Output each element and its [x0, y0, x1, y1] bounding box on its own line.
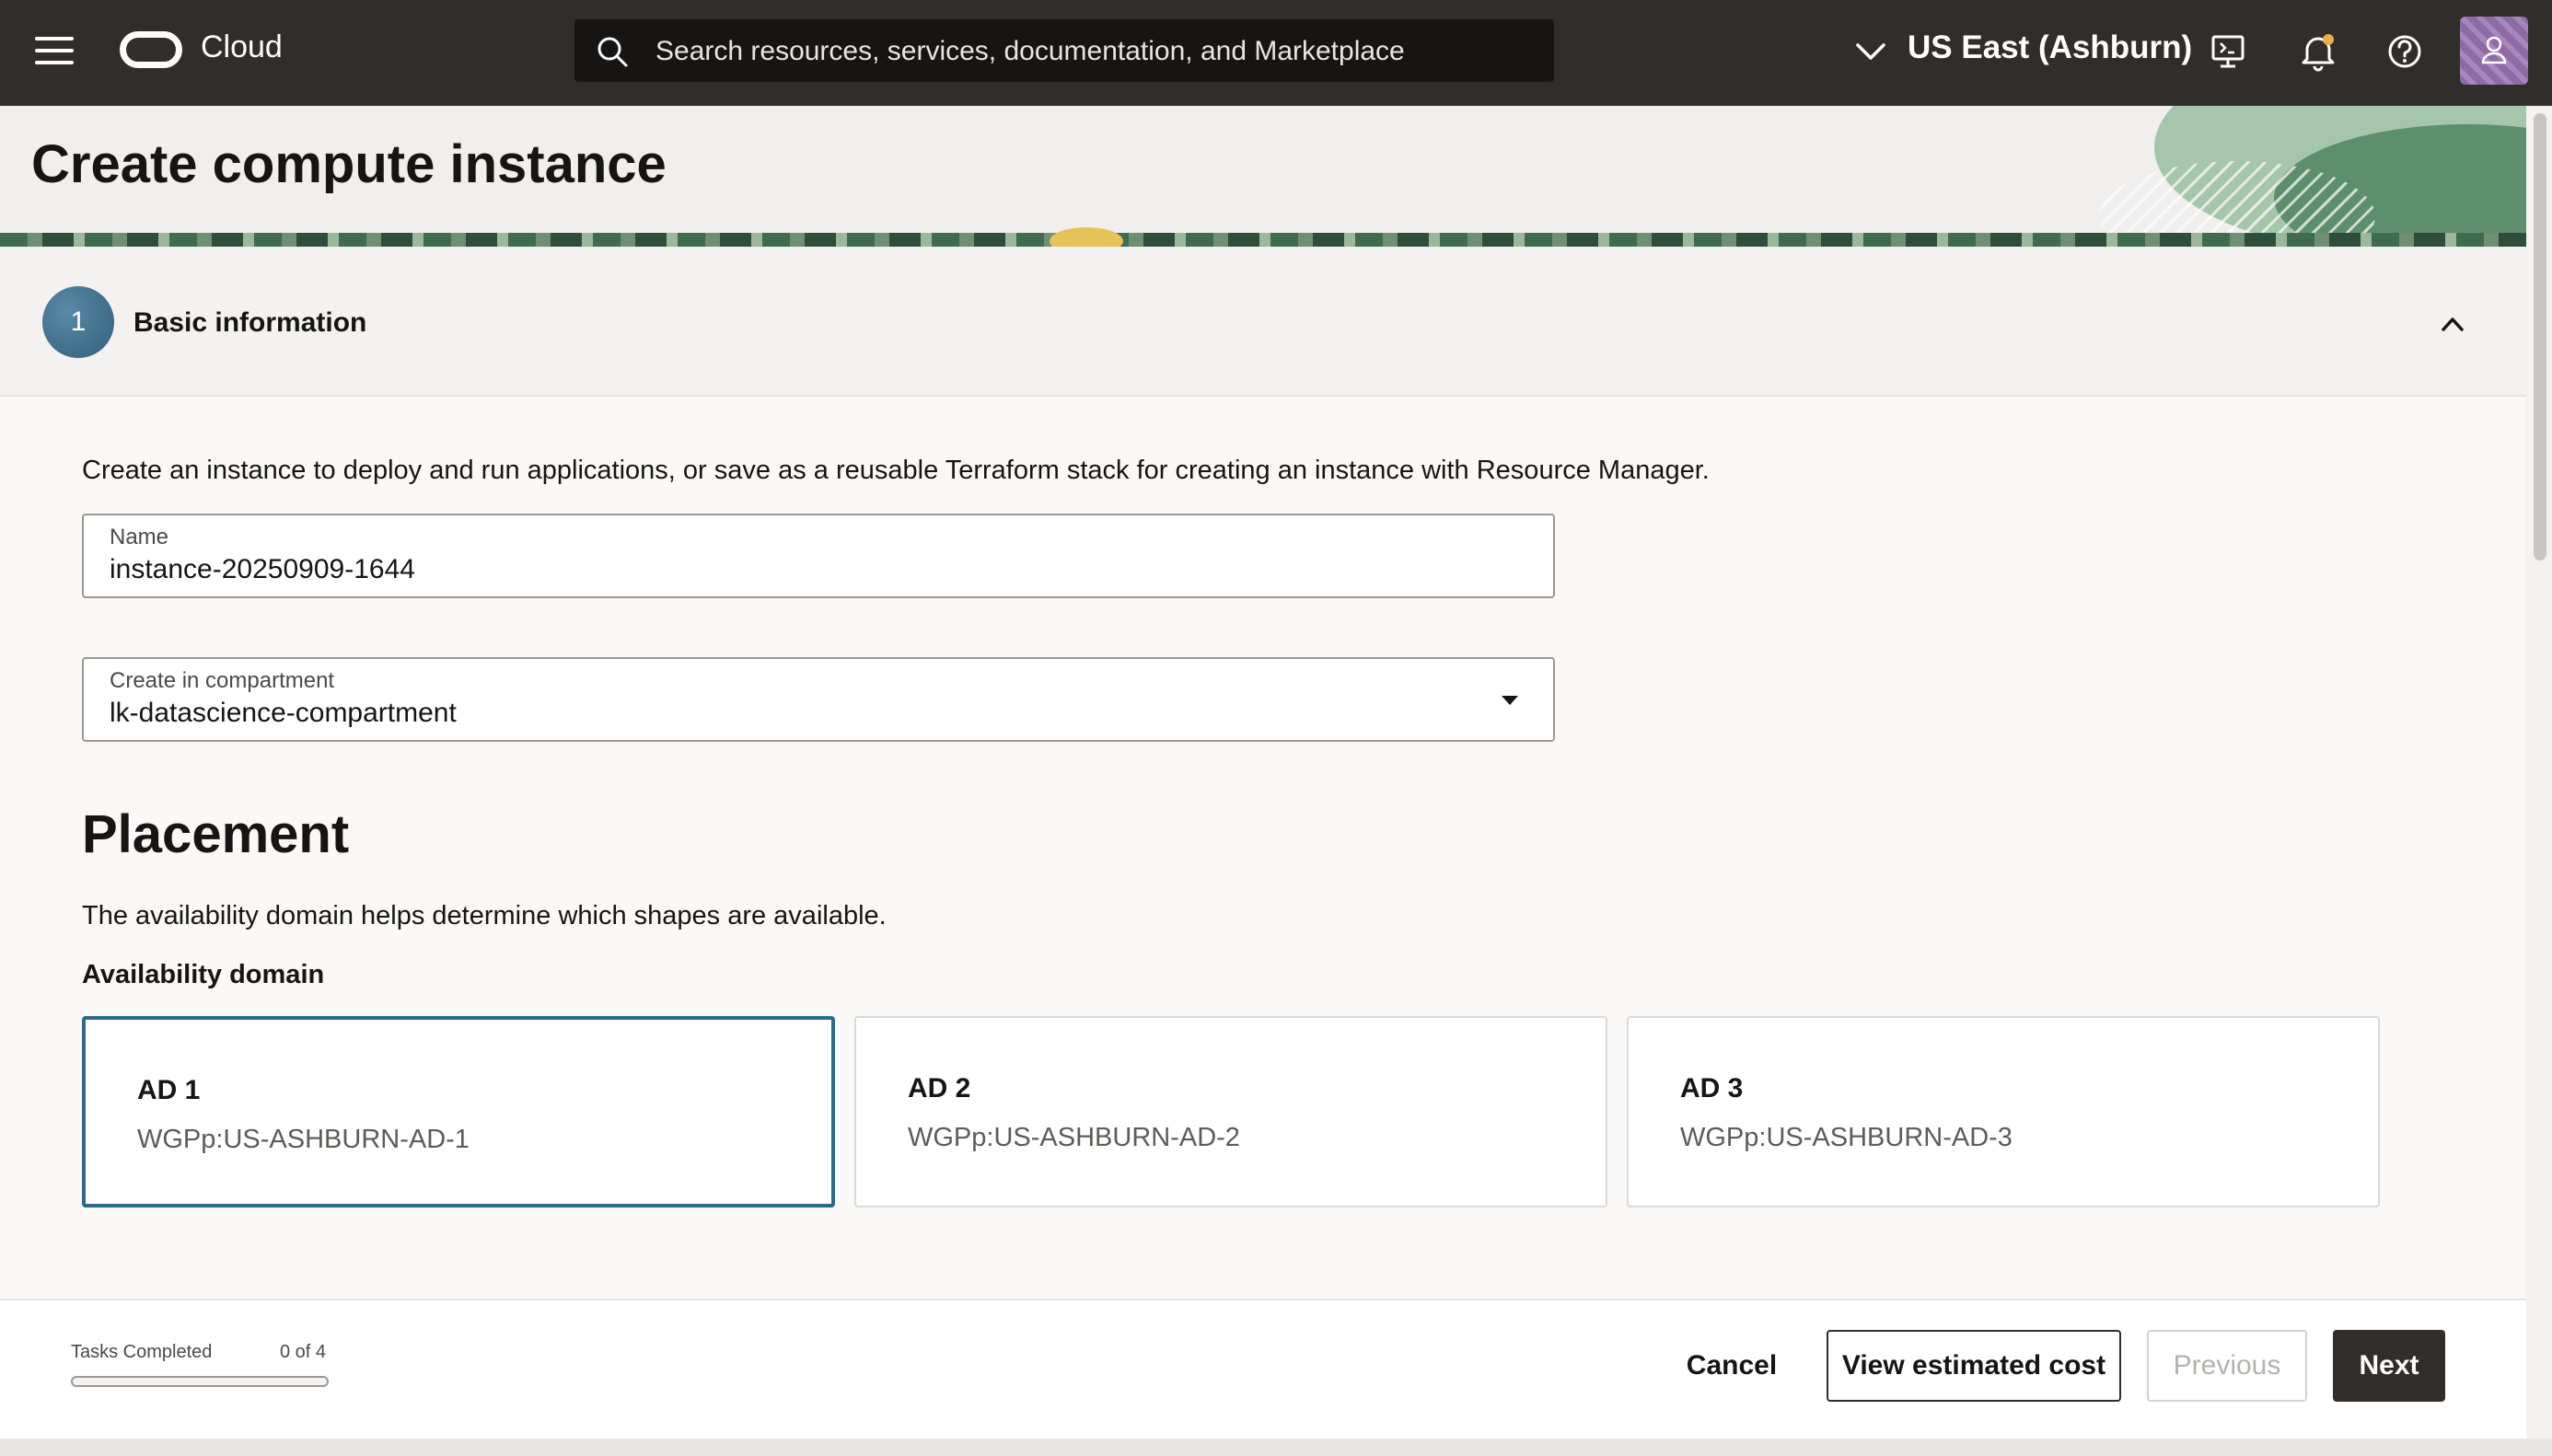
compartment-select[interactable]: Create in compartment lk-datascience-com… [82, 657, 1555, 742]
chevron-up-icon[interactable] [2434, 306, 2471, 342]
step-header-basic-information[interactable]: 1 Basic information [0, 247, 2526, 397]
window-bottom-edge [0, 1439, 2552, 1456]
tasks-progress-bar [71, 1376, 329, 1387]
help-icon[interactable] [2384, 31, 2425, 72]
tasks-completed-count: 0 of 4 [280, 1342, 327, 1362]
view-estimated-cost-button[interactable]: View estimated cost [1827, 1330, 2121, 1402]
page-title: Create compute instance [31, 134, 667, 194]
cloud-shell-icon[interactable] [2208, 31, 2248, 72]
top-navigation-bar: Cloud Search resources, services, docume… [0, 0, 2552, 106]
page-scrollbar[interactable] [2526, 106, 2552, 1439]
availability-domain-card-ad2[interactable]: AD 2 WGPp:US-ASHBURN-AD-2 [854, 1016, 1607, 1208]
ad-identifier: WGPp:US-ASHBURN-AD-3 [1680, 1123, 2013, 1152]
user-icon [2481, 36, 2507, 64]
caret-down-icon[interactable] [1502, 696, 1518, 705]
compartment-value: lk-datascience-compartment [110, 698, 457, 728]
page-header-banner: Create compute instance [0, 106, 2526, 247]
scrollbar-thumb[interactable] [2534, 113, 2546, 560]
name-field[interactable]: Name instance-20250909-1644 [82, 514, 1555, 598]
previous-button[interactable]: Previous [2147, 1330, 2307, 1402]
cancel-button[interactable]: Cancel [1674, 1330, 1790, 1402]
step-title: Basic information [133, 307, 367, 338]
step-description: Create an instance to deploy and run app… [82, 456, 1710, 485]
step-content: Create an instance to deploy and run app… [0, 397, 2526, 1299]
ad-identifier: WGPp:US-ASHBURN-AD-1 [137, 1125, 470, 1154]
availability-domain-card-ad3[interactable]: AD 3 WGPp:US-ASHBURN-AD-3 [1627, 1016, 2380, 1208]
bell-icon[interactable] [2298, 31, 2338, 72]
ad-identifier: WGPp:US-ASHBURN-AD-2 [908, 1123, 1240, 1152]
search-icon [597, 37, 628, 67]
next-button[interactable]: Next [2333, 1330, 2445, 1402]
step-number-badge: 1 [42, 286, 114, 358]
ad-name: AD 2 [908, 1073, 971, 1104]
search-input[interactable]: Search resources, services, documentatio… [574, 19, 1554, 82]
placement-description: The availability domain helps determine … [82, 901, 887, 930]
ad-name: AD 1 [137, 1075, 201, 1105]
chevron-down-icon[interactable] [1854, 35, 1887, 68]
name-input-value[interactable]: instance-20250909-1644 [110, 554, 415, 585]
search-placeholder: Search resources, services, documentatio… [655, 36, 1405, 66]
user-avatar-icon[interactable] [2460, 17, 2528, 85]
ad-name: AD 3 [1680, 1073, 1744, 1104]
name-label: Name [110, 525, 169, 549]
placement-section-title: Placement [82, 804, 350, 864]
decorative-shape [1050, 227, 1123, 247]
region-selector[interactable]: US East (Ashburn) [1908, 29, 2192, 66]
availability-domain-label: Availability domain [82, 960, 325, 989]
wizard-footer: Tasks Completed 0 of 4 Cancel View estim… [0, 1299, 2526, 1439]
compartment-label: Create in compartment [110, 668, 335, 693]
hamburger-menu-icon[interactable] [35, 37, 74, 68]
oracle-cloud-logo[interactable] [120, 31, 182, 68]
tasks-completed-label: Tasks Completed [71, 1342, 213, 1362]
availability-domain-card-ad1[interactable]: AD 1 WGPp:US-ASHBURN-AD-1 [82, 1016, 835, 1208]
decorative-strip [0, 233, 2526, 247]
brand-name[interactable]: Cloud [201, 29, 283, 65]
